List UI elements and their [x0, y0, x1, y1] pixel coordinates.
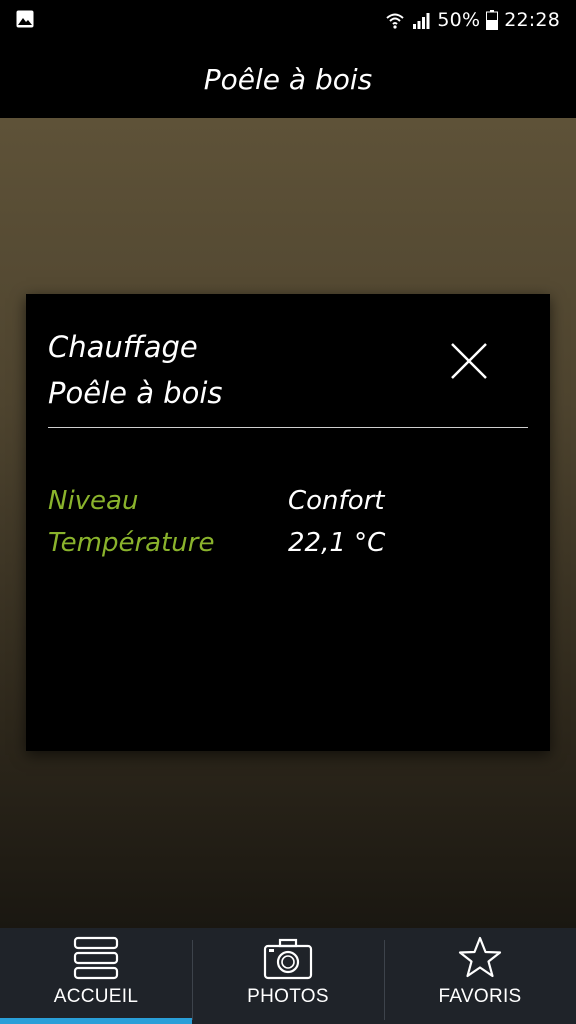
bottom-nav: ACCUEIL PHOTOS FAVORIS [0, 928, 576, 1024]
dialog-divider [48, 427, 528, 428]
info-label: Niveau [48, 486, 139, 516]
battery-icon [486, 10, 499, 30]
nav-active-indicator [0, 1018, 192, 1024]
app-header: Poêle à bois [0, 40, 576, 118]
signal-icon [413, 13, 430, 29]
info-table: Niveau Confort Température 22,1 °C [48, 480, 528, 564]
info-value: Confort [288, 486, 385, 516]
status-icons: 50% 22:28 [385, 6, 560, 34]
stack-icon [73, 936, 119, 980]
gallery-icon [16, 10, 34, 28]
screen: 50% 22:28 Poêle à bois Chauffage Poêle à… [0, 0, 576, 1024]
info-label: Température [48, 528, 215, 558]
status-bar: 50% 22:28 [0, 0, 576, 40]
info-value: 22,1 °C [288, 528, 386, 558]
nav-item-photos[interactable]: PHOTOS [192, 928, 384, 1024]
info-row-niveau: Niveau Confort [48, 480, 528, 522]
battery-percent: 50% [437, 9, 481, 31]
nav-item-accueil[interactable]: ACCUEIL [0, 928, 192, 1024]
star-icon [458, 936, 502, 978]
dialog-title: Chauffage Poêle à bois [48, 324, 428, 416]
nav-item-favoris[interactable]: FAVORIS [384, 928, 576, 1024]
info-dialog: Chauffage Poêle à bois Niveau Confort Te… [26, 294, 550, 751]
nav-label: PHOTOS [247, 986, 329, 1007]
camera-icon [263, 938, 313, 980]
close-icon[interactable] [446, 338, 492, 384]
nav-label: ACCUEIL [53, 986, 139, 1007]
dialog-title-category: Chauffage [48, 330, 198, 364]
wifi-icon [386, 13, 405, 29]
dialog-title-device: Poêle à bois [48, 376, 223, 410]
clock: 22:28 [504, 9, 560, 31]
page-title: Poêle à bois [203, 62, 373, 96]
nav-label: FAVORIS [438, 986, 522, 1007]
info-row-temperature: Température 22,1 °C [48, 522, 528, 564]
